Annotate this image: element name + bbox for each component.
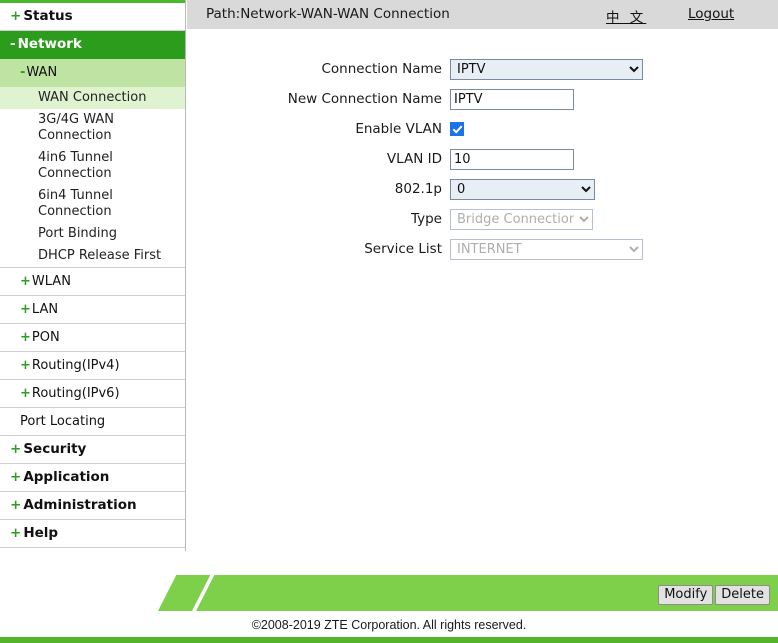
sidebar-item-4in6-tunnel-connection[interactable]: 4in6 Tunnel Connection [0,147,185,185]
sidebar-item-security[interactable]: + Security [0,436,185,464]
sidebar-item-label: Administration [23,497,137,513]
footer-bottom-strip [0,637,778,643]
field-row-type: Type Bridge Connection [187,208,778,230]
expand-plus-icon: + [20,386,31,401]
sidebar-item-application[interactable]: + Application [0,464,185,492]
sidebar-item-status[interactable]: + Status [0,3,185,31]
sidebar-item-label: Application [23,469,110,485]
sidebar-item-wlan[interactable]: +WLAN [0,268,185,296]
sidebar-item-label: WLAN [31,274,71,289]
field-row-enable-vlan: Enable VLAN [187,118,778,140]
sidebar-item-label: DHCP Release First [38,248,162,263]
sidebar-item-label: Network [17,36,82,52]
sidebar-nav: + Status - Network -WAN WAN Connection 3G/… [0,3,185,548]
sidebar-item-routing-ipv6[interactable]: +Routing(IPv6) [0,380,185,408]
sidebar-item-label: WAN [26,65,58,80]
expand-plus-icon: + [10,441,22,457]
sidebar-item-label: PON [31,330,60,345]
expand-plus-icon: + [20,358,31,373]
sidebar-item-label: 4in6 Tunnel Connection [38,150,113,181]
new-connection-name-input[interactable] [450,88,574,110]
type-select: Bridge Connection [450,208,593,230]
breadcrumb: Path:Network-WAN-WAN Connection [206,6,450,22]
vlan-id-label: VLAN ID [386,151,442,167]
language-switch-link[interactable]: 中 文 [606,6,646,26]
sidebar-item-3g4g-wan-connection[interactable]: 3G/4G WAN Connection [0,109,185,147]
service-list-select: INTERNET [450,238,643,260]
sidebar: + Status - Network -WAN WAN Connection 3G/… [0,0,186,602]
sidebar-item-label: Routing(IPv4) [31,358,120,373]
header-bar: Path:Network-WAN-WAN Connection 中 文 Logo… [187,0,778,29]
sidebar-item-pon[interactable]: +PON [0,324,185,352]
field-row-service-list: Service List INTERNET [187,238,778,260]
sidebar-item-label: Routing(IPv6) [31,386,120,401]
sidebar-item-6in4-tunnel-connection[interactable]: 6in4 Tunnel Connection [0,185,185,223]
connection-name-label: Connection Name [321,61,442,77]
footer-action-buttons: Modify Delete [658,585,770,605]
sidebar-item-lan[interactable]: +LAN [0,296,185,324]
expand-plus-icon: + [20,330,31,345]
expand-plus-icon: + [10,525,22,541]
sidebar-item-wan[interactable]: -WAN [0,59,185,87]
sidebar-item-label: 3G/4G WAN Connection [38,112,114,143]
collapse-minus-icon: - [20,65,26,80]
sidebar-item-routing-ipv4[interactable]: +Routing(IPv4) [0,352,185,380]
modify-button[interactable]: Modify [658,585,714,605]
sidebar-item-network[interactable]: - Network [0,31,185,59]
sidebar-item-label: Status [23,8,73,24]
sidebar-item-label: Port Binding [38,226,118,241]
sidebar-item-administration[interactable]: + Administration [0,492,185,520]
sidebar-item-port-binding[interactable]: Port Binding [0,223,185,245]
sidebar-item-label: Help [23,525,59,541]
sidebar-item-port-locating[interactable]: Port Locating [0,408,185,436]
delete-button[interactable]: Delete [715,585,770,605]
router-admin-page: + Status - Network -WAN WAN Connection 3G/… [0,0,778,643]
sidebar-item-label: WAN Connection [38,90,147,105]
main-content: Connection Name IPTV New Connection Name… [187,29,778,571]
vlan-id-input[interactable] [450,148,574,170]
sidebar-item-label: Port Locating [20,414,106,429]
expand-plus-icon: + [10,497,22,513]
logout-link[interactable]: Logout [688,6,734,22]
service-list-label: Service List [364,241,442,257]
sidebar-item-wan-connection[interactable]: WAN Connection [0,87,185,109]
field-row-8021p: 802.1p 0 [187,178,778,200]
expand-plus-icon: + [10,8,22,24]
sidebar-item-label: 6in4 Tunnel Connection [38,188,113,219]
8021p-label: 802.1p [394,181,442,197]
copyright-text: ©2008-2019 ZTE Corporation. All rights r… [251,618,527,632]
field-row-new-connection-name: New Connection Name [187,88,778,110]
collapse-minus-icon: - [10,36,16,52]
sidebar-item-label: Security [23,441,87,457]
enable-vlan-label: Enable VLAN [355,121,442,137]
8021p-select[interactable]: 0 [450,178,595,200]
footer: Modify Delete ©2008-2019 ZTE Corporation… [0,571,778,643]
wan-connection-form: Connection Name IPTV New Connection Name… [187,29,778,260]
expand-plus-icon: + [20,274,31,289]
type-label: Type [410,211,442,227]
sidebar-item-dhcp-release-first[interactable]: DHCP Release First [0,245,185,268]
expand-plus-icon: + [10,469,22,485]
enable-vlan-checkbox[interactable] [450,122,464,136]
expand-plus-icon: + [20,302,31,317]
sidebar-item-help[interactable]: + Help [0,520,185,548]
field-row-vlan-id: VLAN ID [187,148,778,170]
new-connection-name-label: New Connection Name [287,91,442,107]
connection-name-select[interactable]: IPTV [450,58,643,80]
field-row-connection-name: Connection Name IPTV [187,58,778,80]
sidebar-item-label: LAN [31,302,59,317]
